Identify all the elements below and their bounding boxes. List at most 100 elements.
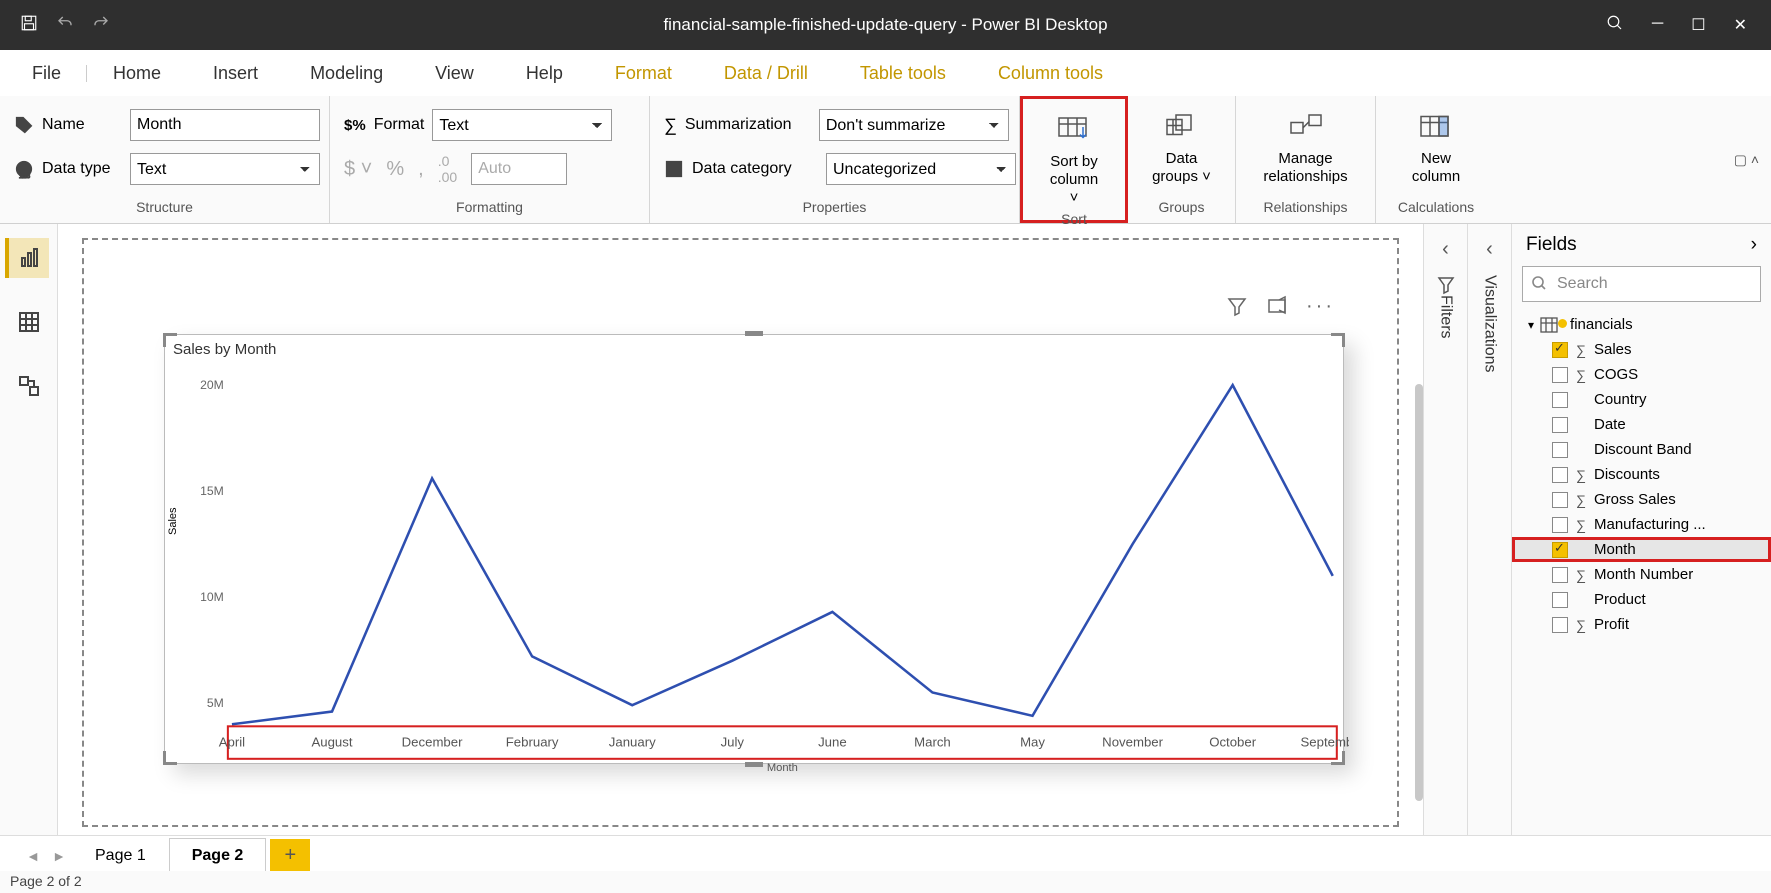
sort-by-column-button[interactable]: Sort by column ˅	[1037, 109, 1111, 211]
menu-help[interactable]: Help	[522, 53, 567, 94]
collapse-fields-icon[interactable]: ›	[1751, 234, 1757, 256]
chart-visual[interactable]: ··· Sales by Month 5M10M15M20MAprilAugus…	[164, 334, 1344, 764]
menu-format[interactable]: Format	[611, 53, 676, 94]
field-manufacturing-[interactable]: ∑Manufacturing ...	[1512, 512, 1771, 537]
datatype-label: Data type	[42, 160, 122, 178]
manage-relationships-button[interactable]: Manage relationships	[1250, 106, 1361, 190]
report-page[interactable]: ··· Sales by Month 5M10M15M20MAprilAugus…	[82, 238, 1399, 827]
thousands-button[interactable]: ,	[418, 158, 424, 181]
undo-icon[interactable]	[56, 14, 74, 37]
tag-icon	[14, 115, 34, 135]
percent-button[interactable]: %	[386, 158, 404, 181]
menu-insert[interactable]: Insert	[209, 53, 262, 94]
prev-page-button[interactable]: ◄	[20, 848, 46, 864]
menu-modeling[interactable]: Modeling	[306, 53, 387, 94]
report-canvas[interactable]: ··· Sales by Month 5M10M15M20MAprilAugus…	[58, 224, 1423, 841]
field-label: Month Number	[1594, 566, 1693, 583]
field-checkbox[interactable]	[1552, 542, 1568, 558]
field-checkbox[interactable]	[1552, 467, 1568, 483]
category-select[interactable]: Uncategorized	[826, 153, 1016, 185]
canvas-scrollbar[interactable]	[1415, 384, 1423, 801]
datatype-icon: 123	[14, 159, 34, 179]
new-column-button[interactable]: New column	[1390, 106, 1482, 190]
field-month-number[interactable]: ∑Month Number	[1512, 562, 1771, 587]
model-view-button[interactable]	[7, 366, 51, 406]
datatype-select[interactable]: Text	[130, 153, 320, 185]
close-icon[interactable]: ✕	[1734, 15, 1747, 35]
field-checkbox[interactable]	[1552, 592, 1568, 608]
summarization-label: Summarization	[685, 116, 811, 134]
field-checkbox[interactable]	[1552, 442, 1568, 458]
menu-table-tools[interactable]: Table tools	[856, 53, 950, 94]
summarization-select[interactable]: Don't summarize	[819, 109, 1009, 141]
currency-button[interactable]: $ ˅	[344, 158, 372, 181]
sigma-icon: ∑	[664, 115, 677, 136]
group-label-calculations: Calculations	[1390, 199, 1482, 219]
line-chart: 5M10M15M20MAprilAugustDecemberFebruaryJa…	[171, 361, 1349, 789]
page-tab-1[interactable]: Page 1	[72, 838, 169, 874]
window-title: financial-sample-finished-update-query -…	[663, 15, 1107, 35]
svg-text:20M: 20M	[200, 378, 224, 392]
filter-visual-icon[interactable]	[1226, 295, 1248, 322]
menu-view[interactable]: View	[431, 53, 478, 94]
field-profit[interactable]: ∑Profit	[1512, 612, 1771, 637]
field-product[interactable]: Product	[1512, 587, 1771, 612]
ribbon: Name 123 Data type Text Structure $% For…	[0, 96, 1771, 224]
field-label: Month	[1594, 541, 1636, 558]
fields-search[interactable]: Search	[1522, 266, 1761, 302]
svg-text:December: December	[402, 735, 463, 750]
maximize-icon[interactable]: ☐	[1691, 15, 1705, 35]
field-checkbox[interactable]	[1552, 567, 1568, 583]
menu-home[interactable]: Home	[109, 53, 165, 94]
next-page-button[interactable]: ►	[46, 848, 72, 864]
data-view-button[interactable]	[7, 302, 51, 342]
svg-text:July: July	[721, 735, 745, 750]
svg-text:August: August	[311, 735, 352, 750]
more-options-icon[interactable]: ···	[1306, 295, 1335, 322]
format-select[interactable]: Text	[432, 109, 612, 141]
field-sales[interactable]: ∑Sales	[1512, 337, 1771, 362]
field-discounts[interactable]: ∑Discounts	[1512, 462, 1771, 487]
field-checkbox[interactable]	[1552, 367, 1568, 383]
svg-text:March: March	[914, 735, 951, 750]
decimal-places-input	[471, 153, 567, 185]
field-checkbox[interactable]	[1552, 417, 1568, 433]
svg-text:January: January	[609, 735, 656, 750]
redo-icon[interactable]	[92, 14, 110, 37]
field-checkbox[interactable]	[1552, 617, 1568, 633]
field-checkbox[interactable]	[1552, 342, 1568, 358]
field-discount-band[interactable]: Discount Band	[1512, 437, 1771, 462]
table-financials[interactable]: ▾financials	[1512, 312, 1771, 337]
add-page-button[interactable]: +	[270, 839, 310, 873]
field-month[interactable]: Month	[1512, 537, 1771, 562]
decimals-button[interactable]: .0.00	[438, 153, 457, 185]
column-name-input[interactable]	[130, 109, 320, 141]
filter-pane-icon	[1436, 275, 1456, 295]
data-groups-button[interactable]: Data groups ˅	[1142, 106, 1221, 190]
focus-mode-icon[interactable]	[1266, 295, 1288, 322]
field-date[interactable]: Date	[1512, 412, 1771, 437]
group-label-structure: Structure	[14, 199, 315, 219]
expand-visualizations-icon[interactable]: ‹	[1486, 238, 1493, 261]
category-label: Data category	[692, 160, 818, 178]
field-country[interactable]: Country	[1512, 387, 1771, 412]
visualizations-pane-collapsed[interactable]: ‹ Visualizations	[1467, 224, 1511, 841]
menu-file[interactable]: File	[28, 53, 65, 94]
filters-pane-collapsed[interactable]: ‹ Filters	[1423, 224, 1467, 841]
menu-column-tools[interactable]: Column tools	[994, 53, 1107, 94]
field-checkbox[interactable]	[1552, 492, 1568, 508]
menu-data-drill[interactable]: Data / Drill	[720, 53, 812, 94]
collapse-ribbon-icon[interactable]: ▢ ˄	[1734, 151, 1759, 168]
report-view-button[interactable]	[5, 238, 49, 278]
minimize-icon[interactable]: ─	[1652, 15, 1663, 35]
page-tab-2[interactable]: Page 2	[169, 838, 267, 874]
field-gross-sales[interactable]: ∑Gross Sales	[1512, 487, 1771, 512]
expand-filters-icon[interactable]: ‹	[1442, 238, 1449, 261]
save-icon[interactable]	[20, 14, 38, 37]
field-checkbox[interactable]	[1552, 392, 1568, 408]
svg-text:10M: 10M	[200, 590, 224, 604]
field-cogs[interactable]: ∑COGS	[1512, 362, 1771, 387]
search-icon[interactable]	[1606, 14, 1624, 37]
svg-text:Month: Month	[767, 762, 798, 774]
field-checkbox[interactable]	[1552, 517, 1568, 533]
